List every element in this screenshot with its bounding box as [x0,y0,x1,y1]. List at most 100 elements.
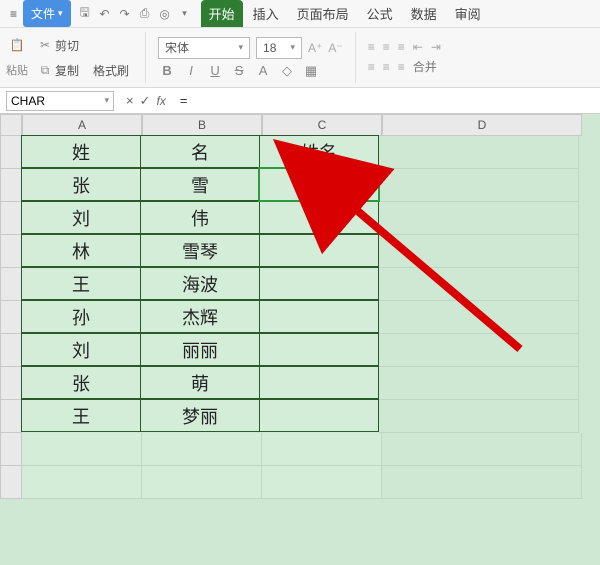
col-header-b[interactable]: B [142,114,262,136]
cell[interactable] [379,301,579,334]
cell[interactable]: 姓名 [259,135,379,168]
cell[interactable]: 王 [21,267,141,300]
file-menu-button[interactable]: 文件 ▾ [23,0,71,27]
row-header[interactable] [0,169,22,202]
cell[interactable] [382,433,582,466]
fill-color-button[interactable]: ◇ [278,63,296,79]
cut-button[interactable]: ✂ 剪切 [34,35,83,56]
cell[interactable] [22,466,142,499]
cell[interactable]: 杰辉 [140,300,260,333]
cell[interactable]: 伟 [140,201,260,234]
hamburger-button[interactable]: ≡ [4,0,23,27]
tab-data[interactable]: 数据 [403,0,445,27]
cell[interactable] [379,367,579,400]
copy-button[interactable]: ⧉ 复制 [34,60,83,81]
cell[interactable]: 孙 [21,300,141,333]
format-painter-button[interactable]: 格式刷 [89,60,133,81]
cell[interactable]: 雪琴 [140,234,260,267]
decrease-font-icon[interactable]: A⁻ [328,41,342,55]
insert-function-button[interactable]: fx [157,94,166,108]
cell[interactable] [22,433,142,466]
cell[interactable]: 王 [21,399,141,432]
cell[interactable]: 名 [140,135,260,168]
cell[interactable]: 梦丽 [140,399,260,432]
cell[interactable]: 林 [21,234,141,267]
col-header-d[interactable]: D [382,114,582,136]
print-icon[interactable]: ⎙ [137,6,153,22]
cell[interactable]: 海波 [140,267,260,300]
tab-formulas[interactable]: 公式 [359,0,401,27]
cell[interactable] [379,136,579,169]
row-header[interactable] [0,466,22,499]
redo-icon[interactable]: ↷ [117,6,133,22]
indent-decrease-icon[interactable]: ⇤ [413,40,423,54]
cell[interactable] [259,201,379,234]
paste-button[interactable]: 📋 [6,36,28,54]
row-header[interactable] [0,367,22,400]
col-header-c[interactable]: C [262,114,382,136]
italic-button[interactable]: I [182,63,200,78]
row-header[interactable] [0,400,22,433]
row-header[interactable] [0,202,22,235]
cell[interactable]: 姓 [21,135,141,168]
cell[interactable] [379,202,579,235]
cell[interactable] [379,334,579,367]
preview-icon[interactable]: ◎ [157,6,173,22]
strike-button[interactable]: S [230,63,248,78]
cell[interactable] [259,300,379,333]
formula-input[interactable] [172,88,600,113]
enter-formula-button[interactable]: ✓ [140,93,151,109]
cell[interactable]: 刘 [21,201,141,234]
row-header[interactable] [0,301,22,334]
cell[interactable]: = [259,168,379,201]
indent-increase-icon[interactable]: ⇥ [431,40,441,54]
increase-font-icon[interactable]: A⁺ [308,41,322,55]
row-header[interactable] [0,235,22,268]
font-color-button[interactable]: A [254,63,272,78]
align-right-icon[interactable]: ≡ [398,60,405,74]
cell[interactable] [259,366,379,399]
name-box[interactable]: CHAR ▾ [6,91,114,111]
select-all-corner[interactable] [0,114,22,136]
cell[interactable]: 张 [21,366,141,399]
cell[interactable] [259,267,379,300]
qat-more-icon[interactable]: ▾ [177,6,193,22]
cell[interactable] [379,400,579,433]
underline-button[interactable]: U [206,63,224,78]
cell[interactable] [262,466,382,499]
cell[interactable] [379,235,579,268]
cell[interactable] [259,333,379,366]
bold-button[interactable]: B [158,63,176,78]
font-size-select[interactable]: 18 ▾ [256,37,302,59]
row-header[interactable] [0,268,22,301]
tab-review[interactable]: 审阅 [447,0,489,27]
cell[interactable]: 雪 [140,168,260,201]
tab-insert[interactable]: 插入 [245,0,287,27]
cell[interactable]: 张 [21,168,141,201]
tab-home[interactable]: 开始 [201,0,243,27]
cell[interactable] [262,433,382,466]
row-header[interactable] [0,136,22,169]
merge-button[interactable]: 合并 [413,58,437,75]
cell[interactable]: 刘 [21,333,141,366]
cancel-formula-button[interactable]: × [126,93,134,108]
border-button[interactable]: ▦ [302,63,320,79]
row-header[interactable] [0,334,22,367]
align-bottom-icon[interactable]: ≡ [398,40,405,54]
col-header-a[interactable]: A [22,114,142,136]
tab-page-layout[interactable]: 页面布局 [289,0,357,27]
align-middle-icon[interactable]: ≡ [383,40,390,54]
row-header[interactable] [0,433,22,466]
cell[interactable]: 萌 [140,366,260,399]
align-top-icon[interactable]: ≡ [368,40,375,54]
cell[interactable] [382,466,582,499]
cell[interactable] [259,399,379,432]
save-icon[interactable]: 🖫 [77,6,93,22]
font-name-select[interactable]: 宋体 ▾ [158,37,250,59]
align-center-icon[interactable]: ≡ [383,60,390,74]
align-left-icon[interactable]: ≡ [368,60,375,74]
worksheet[interactable]: A B C D 姓名姓名张雪=刘伟林雪琴王海波孙杰辉刘丽丽张萌王梦丽 [0,114,600,565]
cell[interactable] [379,268,579,301]
cell[interactable] [142,433,262,466]
cell[interactable] [379,169,579,202]
